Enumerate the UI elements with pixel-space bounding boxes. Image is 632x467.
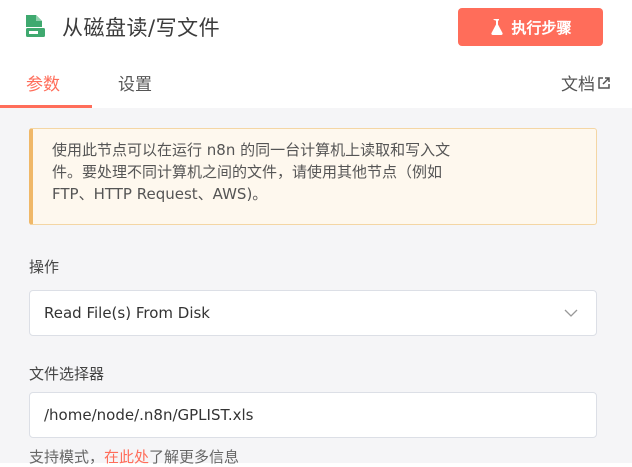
notice-line: FTP、HTTP Request、AWS)。 [52, 185, 268, 203]
learn-more-link[interactable]: 在此处 [104, 448, 149, 466]
operation-label: 操作 [29, 258, 60, 276]
node-title: 从磁盘读/写文件 [62, 16, 221, 40]
execute-step-button[interactable]: 执行步骤 [458, 8, 603, 46]
tab-parameters[interactable]: 参数 [26, 70, 60, 95]
notice-line: 件。要处理不同计算机之间的文件，请使用其他节点（例如 [52, 163, 443, 181]
operation-value: Read File(s) From Disk [44, 304, 210, 322]
docs-link[interactable]: 文档 [561, 70, 610, 95]
file-selector-input[interactable]: /home/node/.n8n/GPLIST.xls [29, 392, 597, 438]
file-selector-label: 文件选择器 [29, 365, 105, 383]
parameters-panel: 使用此节点可以在运行 n8n 的同一台计算机上读取和写入文 件。要处理不同计算机… [0, 108, 632, 466]
docs-link-label: 文档 [561, 75, 595, 95]
pattern-hint: 支持模式，在此处了解更多信息 [29, 446, 239, 467]
hint-prefix: 支持模式， [29, 448, 105, 466]
chevron-down-icon [564, 309, 578, 317]
execute-step-label: 执行步骤 [511, 18, 572, 37]
external-link-icon [598, 76, 610, 89]
operation-select[interactable]: Read File(s) From Disk [29, 290, 597, 336]
tab-bar: 参数 设置 文档 [0, 56, 632, 108]
node-header: 从磁盘读/写文件 执行步骤 [0, 0, 632, 56]
tab-settings[interactable]: 设置 [118, 70, 152, 95]
file-selector-value: /home/node/.n8n/GPLIST.xls [44, 406, 254, 424]
flask-icon [491, 19, 504, 35]
file-disk-icon [26, 15, 45, 37]
notice-line: 使用此节点可以在运行 n8n 的同一台计算机上读取和写入文 [52, 141, 451, 159]
hint-suffix: 了解更多信息 [149, 448, 240, 466]
info-notice: 使用此节点可以在运行 n8n 的同一台计算机上读取和写入文 件。要处理不同计算机… [29, 128, 597, 225]
